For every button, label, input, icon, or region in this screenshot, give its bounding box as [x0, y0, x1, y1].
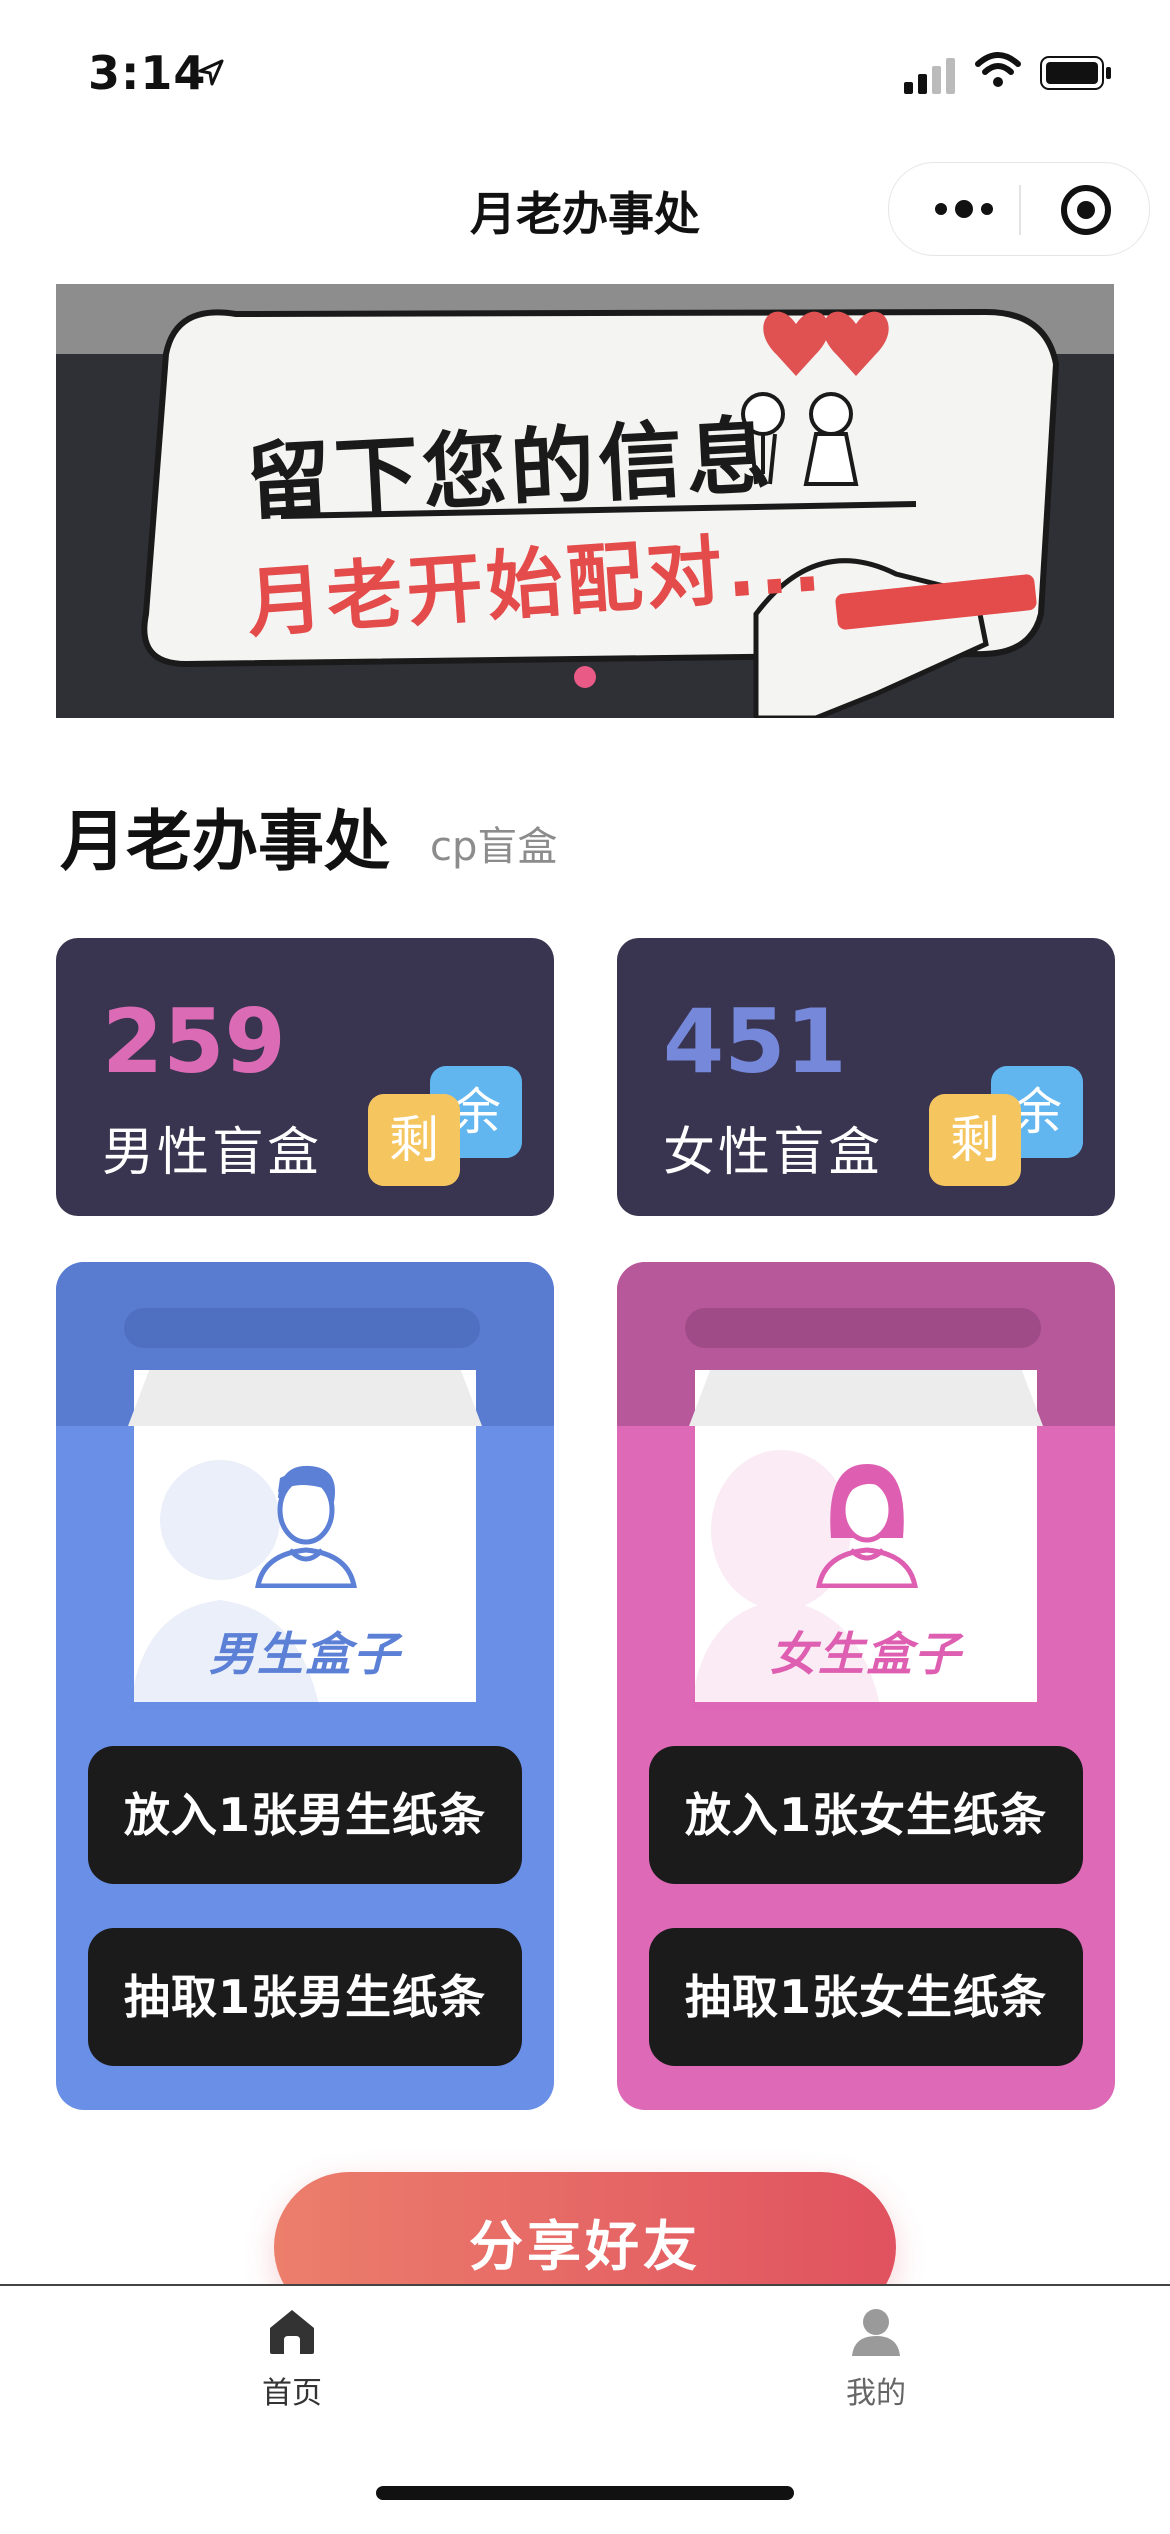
male-box-image: 男生盒子	[128, 1370, 482, 1710]
female-box-image: 女生盒子	[689, 1370, 1043, 1710]
tab-me-label: 我的	[846, 2376, 906, 2411]
draw-female-note-button[interactable]: 抽取1张女生纸条	[649, 1928, 1083, 2066]
box-lid	[689, 1370, 1043, 1426]
box-slot	[124, 1308, 480, 1348]
home-indicator	[376, 2486, 794, 2500]
male-box-label: 男性盲盒	[102, 1123, 323, 1183]
male-avatar-icon	[255, 1465, 357, 1588]
section-subtitle: cp盲盒	[430, 824, 558, 870]
banner-carousel[interactable]: 留下您的信息 月老开始配对...	[56, 284, 1114, 718]
female-box-count: 451	[663, 990, 847, 1093]
user-icon	[852, 2309, 900, 2356]
male-box-count-card: 259 男性盲盒 余 剩	[56, 938, 554, 1216]
female-avatar-icon	[816, 1464, 918, 1588]
section-title: 月老办事处	[60, 803, 390, 880]
cellular-signal-icon	[904, 58, 960, 98]
tab-home[interactable]: 首页	[212, 2306, 372, 2412]
male-box-caption: 男生盒子	[209, 1627, 401, 1681]
capsule-divider	[1019, 185, 1021, 235]
wifi-icon	[974, 50, 1022, 94]
box-lid	[128, 1370, 482, 1426]
draw-male-note-button[interactable]: 抽取1张男生纸条	[88, 1928, 522, 2066]
male-box-card: 男生盒子 放入1张男生纸条 抽取1张男生纸条	[56, 1262, 554, 2110]
close-miniprogram-icon[interactable]	[1059, 183, 1113, 241]
tab-me[interactable]: 我的	[796, 2306, 956, 2412]
carousel-indicator-dot[interactable]	[574, 666, 596, 688]
home-icon	[270, 2310, 314, 2354]
remaining-tag-sheng: 剩	[929, 1094, 1021, 1186]
female-box-label: 女性盲盒	[663, 1123, 884, 1183]
female-box-count-card: 451 女性盲盒 余 剩	[617, 938, 1115, 1216]
more-icon[interactable]	[929, 189, 1029, 229]
miniprogram-capsule	[888, 162, 1150, 256]
female-box-card: 女生盒子 放入1张女生纸条 抽取1张女生纸条	[617, 1262, 1115, 2110]
box-slot	[685, 1308, 1041, 1348]
remaining-tag-sheng: 剩	[368, 1094, 460, 1186]
battery-icon	[1040, 56, 1112, 94]
put-female-note-button[interactable]: 放入1张女生纸条	[649, 1746, 1083, 1884]
put-male-note-button[interactable]: 放入1张男生纸条	[88, 1746, 522, 1884]
female-box-caption: 女生盒子	[770, 1627, 962, 1681]
location-arrow-icon	[196, 58, 226, 92]
nav-bar: 月老办事处	[0, 150, 1170, 260]
status-bar: 3:14	[0, 0, 1170, 140]
male-box-count: 259	[102, 990, 286, 1093]
status-time: 3:14	[88, 46, 207, 100]
tab-home-label: 首页	[262, 2376, 322, 2411]
